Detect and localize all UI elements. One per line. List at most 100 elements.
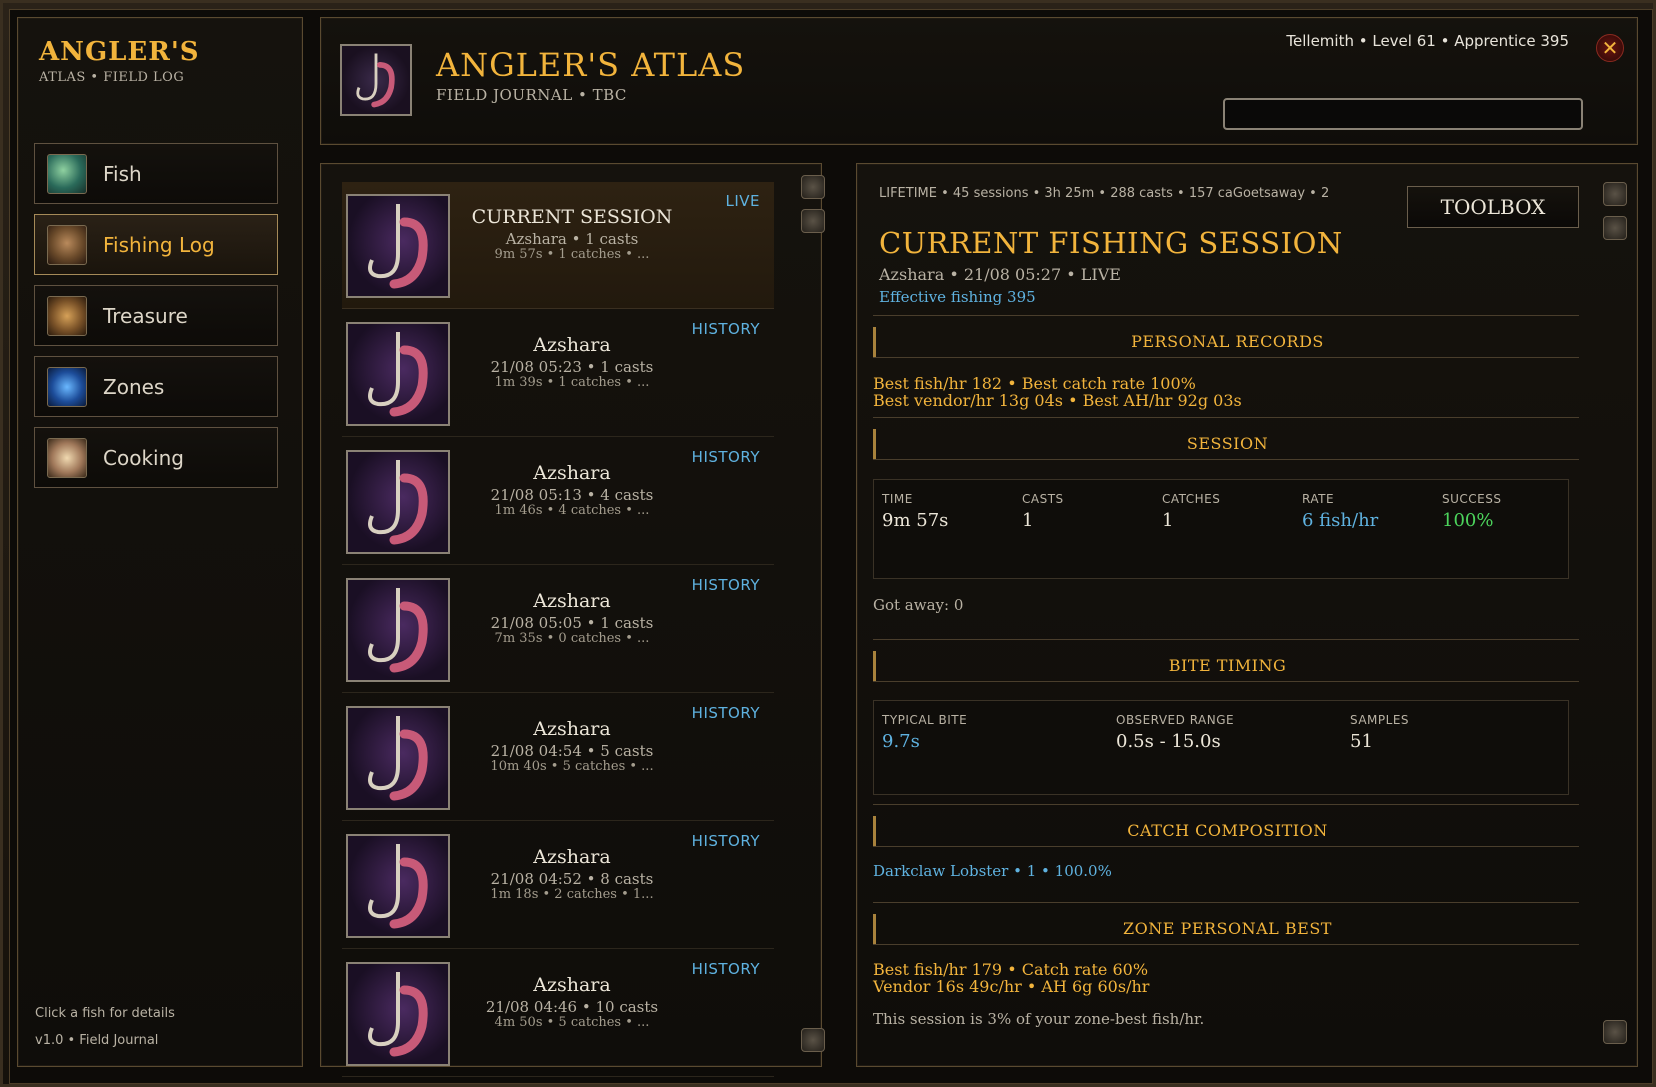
stat-time: TIME 9m 57s xyxy=(882,492,948,531)
detail-scroll-up-button[interactable] xyxy=(1603,182,1627,206)
stat-rate: RATE 6 fish/hr xyxy=(1302,492,1378,531)
stat-samples: SAMPLES 51 xyxy=(1350,713,1409,752)
divider xyxy=(873,681,1579,682)
session-title: CURRENT SESSION xyxy=(471,206,673,228)
log-icon xyxy=(47,224,87,265)
sidebar-item-fishing-log[interactable]: Fishing Log xyxy=(34,214,278,275)
session-row[interactable]: Azshara 21/08 04:46 • 10 casts 4m 50s • 5 … xyxy=(342,950,774,1077)
session-status-tag: HISTORY xyxy=(691,704,760,722)
stat-value: 1 xyxy=(1022,510,1034,531)
scroll-down-button[interactable] xyxy=(801,1028,825,1052)
stat-label: CATCHES xyxy=(1162,492,1221,506)
divider xyxy=(873,417,1579,418)
zone-best-note: This session is 3% of your zone-best fis… xyxy=(873,1010,1205,1028)
divider xyxy=(873,804,1579,805)
session-meta: Azshara • 1 casts xyxy=(505,230,639,248)
stat-label: RATE xyxy=(1302,492,1335,506)
sidebar-item-zones[interactable]: Zones xyxy=(34,356,278,417)
catch-composition-heading: CATCH COMPOSITION xyxy=(873,816,1579,846)
session-summary: 4m 50s • 5 catches • ... xyxy=(494,1015,650,1030)
treasure-icon xyxy=(47,295,87,336)
page-subtitle: FIELD JOURNAL • TBC xyxy=(436,86,627,104)
stat-typical-bite: TYPICAL BITE 9.7s xyxy=(882,713,967,752)
toolbox-button[interactable]: TOOLBOX xyxy=(1407,186,1579,228)
version-label: v1.0 • Field Journal xyxy=(35,1033,159,1048)
zones-icon xyxy=(47,366,87,407)
stat-observed-range: OBSERVED RANGE 0.5s - 15.0s xyxy=(1116,713,1234,752)
catch-entry[interactable]: Darkclaw Lobster • 1 • 100.0% xyxy=(873,862,1112,880)
divider xyxy=(873,902,1579,903)
character-status: Tellemith • Level 61 • Apprentice 395 xyxy=(1286,32,1569,50)
session-meta: 21/08 04:54 • 5 casts xyxy=(490,742,654,760)
session-summary: 10m 40s • 5 catches • ... xyxy=(490,759,654,774)
divider xyxy=(873,315,1579,316)
fishing-hook-icon xyxy=(346,450,450,554)
session-row[interactable]: Azshara 21/08 05:23 • 1 casts 1m 39s • 1 c… xyxy=(342,310,774,437)
divider xyxy=(873,944,1579,945)
session-row[interactable]: Azshara 21/08 05:13 • 4 casts 1m 46s • 4 c… xyxy=(342,438,774,565)
stat-value: 1 xyxy=(1162,510,1174,531)
close-button[interactable]: ✕ xyxy=(1596,34,1624,62)
search-input[interactable] xyxy=(1223,98,1583,130)
records-line-2: Best vendor/hr 13g 04s • Best AH/hr 92g … xyxy=(873,391,1242,410)
stat-label: OBSERVED RANGE xyxy=(1116,713,1235,727)
session-summary: 1m 39s • 1 catches • ... xyxy=(494,375,650,390)
header: ANGLER'S ATLAS FIELD JOURNAL • TBC Telle… xyxy=(320,17,1638,145)
zone-personal-best-heading: ZONE PERSONAL BEST xyxy=(873,914,1579,944)
sidebar-item-treasure[interactable]: Treasure xyxy=(34,285,278,346)
sidebar-item-label: Fish xyxy=(103,161,142,186)
fishing-hook-icon xyxy=(346,578,450,682)
scroll-up-button[interactable] xyxy=(801,175,825,199)
cooking-icon xyxy=(47,437,87,478)
session-status-tag: HISTORY xyxy=(691,320,760,338)
session-meta: 21/08 04:52 • 8 casts xyxy=(490,870,654,888)
session-status-tag: HISTORY xyxy=(691,448,760,466)
session-row[interactable]: Azshara 21/08 04:52 • 8 casts 1m 18s • 2 c… xyxy=(342,822,774,949)
sidebar-item-fish[interactable]: Fish xyxy=(34,143,278,204)
session-meta: 21/08 04:46 • 10 casts xyxy=(485,998,659,1016)
session-status-tag: HISTORY xyxy=(691,960,760,978)
divider xyxy=(873,846,1579,847)
current-session-row[interactable]: CURRENT SESSION Azshara • 1 casts 9m 57s •… xyxy=(342,182,774,309)
bite-stats-box: TYPICAL BITE 9.7s OBSERVED RANGE 0.5s - … xyxy=(873,700,1569,795)
lifetime-summary: LIFETIME • 45 sessions • 3h 25m • 288 ca… xyxy=(879,186,1330,201)
stat-value: 9.7s xyxy=(882,731,920,752)
session-status-tag: LIVE xyxy=(725,192,760,210)
stat-success: SUCCESS 100% xyxy=(1442,492,1501,531)
fishing-hook-icon xyxy=(346,834,450,938)
divider xyxy=(873,459,1579,460)
session-summary: 9m 57s • 1 catches • ... xyxy=(494,247,650,262)
session-summary: 1m 18s • 2 catches • 1... xyxy=(490,887,654,902)
brand-subtitle: ATLAS • FIELD LOG xyxy=(39,70,185,85)
sidebar-item-label: Zones xyxy=(103,374,165,399)
divider xyxy=(873,639,1579,640)
detail-scrollbar-thumb[interactable] xyxy=(1603,216,1627,240)
session-heading: SESSION xyxy=(873,429,1579,459)
detail-scroll-down-button[interactable] xyxy=(1603,1020,1627,1044)
stat-value: 51 xyxy=(1350,731,1373,752)
session-summary: 1m 46s • 4 catches • ... xyxy=(494,503,650,518)
sidebar-item-cooking[interactable]: Cooking xyxy=(34,427,278,488)
detail-subtitle: Azshara • 21/08 05:27 • LIVE xyxy=(879,265,1121,284)
sidebar-item-label: Cooking xyxy=(103,445,184,470)
stat-label: TIME xyxy=(882,492,913,506)
session-meta: 21/08 05:23 • 1 casts xyxy=(490,358,654,376)
scrollbar-thumb[interactable] xyxy=(801,209,825,233)
page-title: ANGLER'S ATLAS xyxy=(436,46,746,84)
session-summary: 7m 35s • 0 catches • ... xyxy=(494,631,650,646)
session-row[interactable]: Azshara 21/08 05:05 • 1 casts 7m 35s • 0 c… xyxy=(342,566,774,693)
stat-value: 0.5s - 15.0s xyxy=(1116,731,1221,752)
fish-icon xyxy=(47,153,87,194)
session-meta: 21/08 05:13 • 4 casts xyxy=(490,486,654,504)
got-away-count: Got away: 0 xyxy=(873,596,964,614)
session-detail-panel: LIFETIME • 45 sessions • 3h 25m • 288 ca… xyxy=(856,163,1638,1067)
bite-timing-heading: BITE TIMING xyxy=(873,651,1579,681)
session-row[interactable]: Azshara 21/08 04:54 • 5 casts 10m 40s • 5 … xyxy=(342,694,774,821)
sidebar-hint: Click a fish for details xyxy=(35,1006,175,1021)
sidebar-item-label: Treasure xyxy=(103,303,188,328)
fishing-hook-icon xyxy=(346,962,450,1066)
detail-title: CURRENT FISHING SESSION xyxy=(879,226,1343,260)
session-title: Azshara xyxy=(533,718,611,740)
session-title: Azshara xyxy=(533,846,611,868)
stat-value: 6 fish/hr xyxy=(1302,510,1379,531)
